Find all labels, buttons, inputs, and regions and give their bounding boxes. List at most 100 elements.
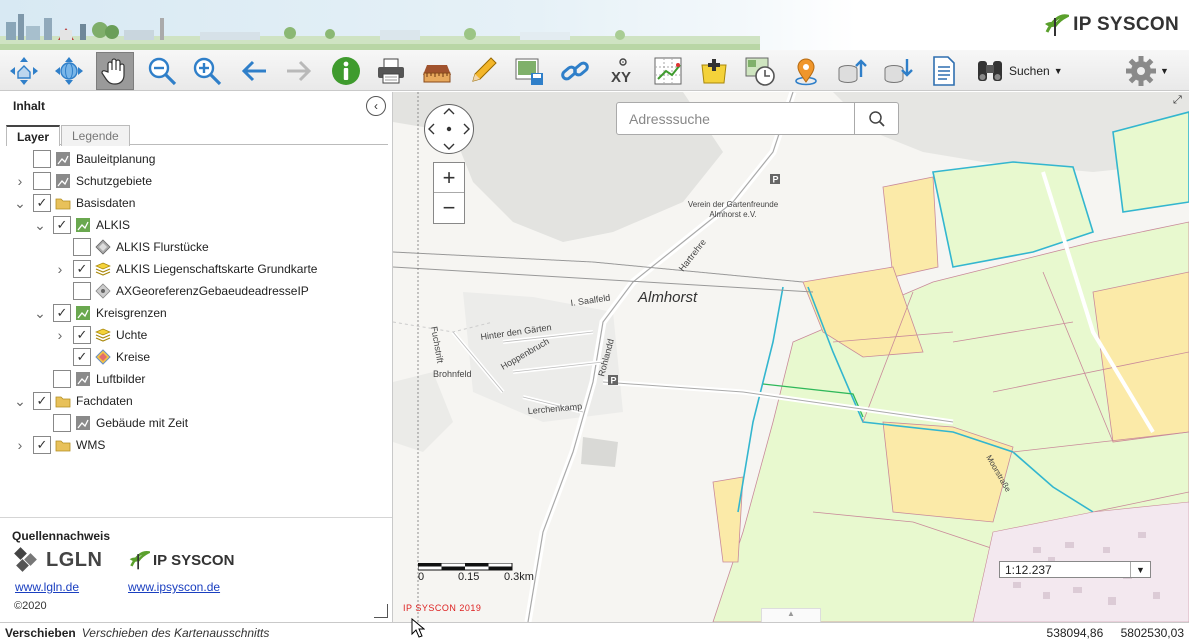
layer-checkbox[interactable]: ✓: [33, 436, 51, 454]
layer-checkbox[interactable]: [53, 370, 71, 388]
layer-checkbox[interactable]: ✓: [73, 326, 91, 344]
bottom-panel-toggle[interactable]: ▲: [761, 608, 821, 622]
settings-button[interactable]: ▼: [1124, 54, 1169, 88]
layer-label[interactable]: Basisdaten: [76, 196, 135, 210]
measure-button[interactable]: [418, 52, 456, 90]
collapse-chevron-icon[interactable]: ⌄: [34, 217, 46, 234]
add-note-button[interactable]: [695, 52, 733, 90]
pan-control[interactable]: [424, 104, 474, 154]
expand-chevron-icon[interactable]: ›: [54, 261, 66, 277]
layer-checkbox[interactable]: ✓: [73, 348, 91, 366]
layer-row: › ✓ ALKIS Liegenschaftskarte Grundkarte: [54, 258, 317, 280]
address-search: [616, 102, 899, 135]
layer-label[interactable]: Kreisgrenzen: [96, 306, 167, 320]
ipsyscon-link[interactable]: www.ipsyscon.de: [128, 580, 220, 594]
stack-layer-icon: [95, 328, 111, 342]
layer-label[interactable]: AXGeoreferenzGebaeudeadresseIP: [116, 284, 309, 298]
info-button[interactable]: [327, 52, 365, 90]
layer-checkbox[interactable]: ✓: [33, 194, 51, 212]
layer-label[interactable]: ALKIS: [96, 218, 130, 232]
zoom-in-button[interactable]: [188, 52, 226, 90]
layer-label[interactable]: Gebäude mit Zeit: [96, 416, 188, 430]
coordinate-readout: 538094,86 5802530,03: [1033, 626, 1184, 640]
layer-checkbox[interactable]: [73, 282, 91, 300]
back-button[interactable]: [235, 52, 273, 90]
ruler-icon: [423, 65, 451, 83]
svg-text:XY: XY: [611, 69, 631, 86]
expand-icon[interactable]: ⤢: [1173, 94, 1187, 108]
arrow-left-icon: [241, 60, 266, 82]
document-button[interactable]: [925, 52, 963, 90]
globe-extent-button[interactable]: [50, 52, 88, 90]
panel-header: Inhalt ‹: [0, 92, 392, 120]
layer-label[interactable]: Kreise: [116, 350, 150, 364]
layer-label[interactable]: Uchte: [116, 328, 147, 342]
map-copyright: IP SYSCON 2019: [403, 603, 482, 613]
collapse-chevron-icon[interactable]: ⌄: [34, 305, 46, 322]
status-hint: Verschieben des Kartenausschnitts: [81, 625, 270, 640]
zoom-in-icon: [193, 57, 222, 86]
home-extent-button[interactable]: [5, 52, 43, 90]
info-icon: [332, 57, 360, 85]
scale-bar: [418, 563, 513, 571]
save-map-button[interactable]: [510, 52, 548, 90]
map-canvas[interactable]: P P Almhorst Verein der Gartenfreunde Al…: [393, 92, 1189, 622]
db-download-icon: [884, 59, 913, 84]
print-button[interactable]: [372, 52, 410, 90]
lgln-link[interactable]: www.lgln.de: [15, 580, 79, 594]
collapse-panel-button[interactable]: ‹: [366, 96, 386, 116]
layer-checkbox[interactable]: [33, 172, 51, 190]
panel-resize-handle[interactable]: [374, 604, 388, 618]
layer-checkbox[interactable]: ✓: [73, 260, 91, 278]
layer-label[interactable]: Luftbilder: [96, 372, 145, 386]
tab-layer[interactable]: Layer: [6, 125, 61, 146]
search-menu-button[interactable]: Suchen ▼: [975, 52, 1063, 90]
layer-label[interactable]: Fachdaten: [76, 394, 133, 408]
tab-legende[interactable]: Legende: [61, 125, 130, 146]
lgln-logo-text: LGLN: [46, 548, 103, 571]
layer-checkbox[interactable]: [73, 238, 91, 256]
xy-button[interactable]: XY: [602, 52, 640, 90]
zoom-in-map-button[interactable]: +: [434, 163, 464, 193]
forward-button[interactable]: [280, 52, 318, 90]
chevron-down-icon: ▼: [1053, 66, 1063, 76]
zoom-out-map-button[interactable]: −: [434, 193, 464, 223]
location-button[interactable]: [787, 52, 825, 90]
svg-text:P: P: [611, 376, 617, 386]
expand-chevron-icon[interactable]: ›: [14, 173, 26, 189]
layer-label[interactable]: ALKIS Flurstücke: [116, 240, 209, 254]
place-label-almhorst: Almhorst: [637, 289, 698, 306]
layer-checkbox[interactable]: ✓: [53, 216, 71, 234]
vector-layer-color-icon: [95, 349, 111, 365]
upload-button[interactable]: [833, 52, 871, 90]
collapse-chevron-icon[interactable]: ⌄: [14, 393, 26, 410]
map-view[interactable]: P P Almhorst Verein der Gartenfreunde Al…: [393, 92, 1189, 622]
pan-button[interactable]: [96, 52, 134, 90]
globe-icon: [55, 57, 83, 85]
point-layer-icon: [95, 283, 111, 299]
link-button[interactable]: [556, 52, 594, 90]
layer-checkbox[interactable]: ✓: [53, 304, 71, 322]
grid-icon: [654, 57, 682, 85]
layer-checkbox[interactable]: [33, 150, 51, 168]
layer-label[interactable]: ALKIS Liegenschaftskarte Grundkarte: [116, 262, 317, 276]
scale-bar-label: 0: [418, 571, 425, 583]
expand-chevron-icon[interactable]: ›: [54, 327, 66, 343]
banner-skyline-image: [0, 14, 760, 50]
draw-button[interactable]: [464, 52, 502, 90]
layer-checkbox[interactable]: [53, 414, 71, 432]
expand-chevron-icon[interactable]: ›: [14, 437, 26, 453]
status-bar: Verschieben Verschieben des Kartenaussch…: [0, 622, 1189, 642]
layer-label[interactable]: WMS: [76, 438, 105, 452]
zoom-out-button[interactable]: [143, 52, 181, 90]
address-search-button[interactable]: [854, 103, 898, 134]
scale-select[interactable]: 1:12.237 ▼: [999, 561, 1151, 578]
address-search-input[interactable]: [617, 103, 854, 134]
layer-label[interactable]: Bauleitplanung: [76, 152, 155, 166]
download-button[interactable]: [879, 52, 917, 90]
collapse-chevron-icon[interactable]: ⌄: [14, 195, 26, 212]
timeline-button[interactable]: [741, 52, 779, 90]
layer-label[interactable]: Schutzgebiete: [76, 174, 152, 188]
grid-button[interactable]: [649, 52, 687, 90]
layer-checkbox[interactable]: ✓: [33, 392, 51, 410]
